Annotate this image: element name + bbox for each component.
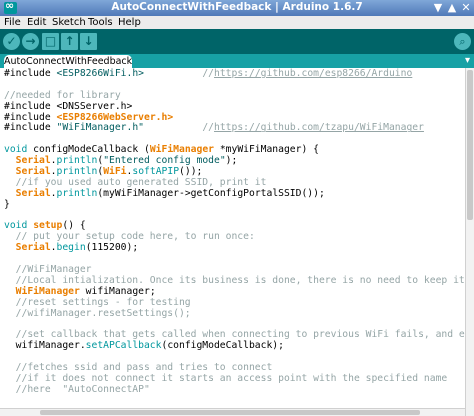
upload-button[interactable]: → — [22, 33, 39, 50]
menu-tools[interactable]: Tools — [88, 16, 113, 29]
menu-bar: File Edit Sketch Tools Help — [0, 16, 474, 29]
toolbar: ✓ → □ ↑ ↓ ⌕ — [0, 29, 474, 54]
code-token: wifiManager. — [4, 340, 86, 352]
code-token: WiFiManager — [15, 285, 80, 297]
code-token: softAPIP — [132, 166, 180, 178]
code-token: <ESP8266WiFi.h> — [56, 68, 145, 79]
code-token: "Entered config mode" — [103, 155, 226, 167]
new-sketch-button[interactable]: □ — [42, 33, 59, 50]
code-token: //if it does not connect it starts an ac… — [4, 372, 448, 384]
title-bar: AutoConnectWithFeedback | Arduino 1.6.7 … — [0, 0, 474, 16]
code-token: (myWiFiManager->getConfigPortalSSID()); — [97, 187, 325, 199]
code-token: ); — [225, 155, 238, 167]
code-token: Serial — [15, 187, 51, 199]
close-icon[interactable]: ✕ — [460, 0, 472, 16]
code-token: () { — [62, 220, 86, 232]
code-token: "WiFiManager.h" — [56, 122, 145, 134]
code-token: wifiManager; — [79, 285, 156, 297]
horizontal-scrollbar[interactable] — [0, 408, 465, 416]
minimize-icon[interactable]: ▼ — [432, 0, 444, 16]
code-line: wifiManager.setAPCallback(configModeCall… — [4, 340, 465, 352]
window-title: AutoConnectWithFeedback | Arduino 1.6.7 — [111, 1, 363, 13]
code-token: configModeCallback ( — [27, 144, 150, 156]
code-lines: #include <ESP8266WiFi.h> //https://githu… — [4, 68, 465, 396]
code-token: setAPCallback — [85, 340, 162, 352]
code-token: void — [4, 220, 28, 232]
code-token: (configModeCallback); — [161, 340, 284, 352]
code-token: *myWiFiManager) { — [213, 144, 319, 156]
verify-button[interactable]: ✓ — [3, 33, 20, 50]
code-token: } — [4, 198, 10, 210]
code-token: #include — [4, 122, 57, 134]
code-token: #include — [4, 68, 57, 79]
code-line: Serial.println(myWiFiManager->getConfigP… — [4, 187, 465, 200]
code-token: //fetches ssid and pass and tries to con… — [4, 362, 273, 374]
code-token: Serial — [15, 242, 51, 254]
code-token: //needed for library — [4, 89, 121, 101]
menu-edit[interactable]: Edit — [27, 16, 46, 29]
vertical-scroll-thumb[interactable] — [467, 70, 473, 220]
code-token: //here "AutoConnectAP" — [4, 383, 150, 395]
tab-menu-icon[interactable]: ▾ — [465, 54, 470, 68]
code-token: <ESP8266WebServer.h> — [56, 111, 174, 123]
code-token: println — [56, 155, 98, 167]
code-line: Serial.begin(115200); — [4, 242, 465, 254]
code-line: //wifiManager.resetSettings(); — [4, 307, 465, 320]
code-token: ()); — [179, 166, 203, 178]
code-token[interactable]: https://github.com/tzapu/WiFiManager — [214, 122, 424, 134]
code-line: //here "AutoConnectAP" — [4, 383, 465, 396]
code-token: //wifiManager.resetSettings(); — [4, 307, 191, 319]
code-token: <DNSServer.h> — [56, 100, 133, 112]
menu-sketch[interactable]: Sketch — [52, 16, 86, 29]
code-line: #include "WiFiManager.h" //https://githu… — [4, 123, 465, 134]
code-token: println — [56, 187, 98, 199]
code-editor[interactable]: #include <ESP8266WiFi.h> //https://githu… — [0, 68, 465, 416]
code-token: // put your setup code here, to run once… — [4, 231, 255, 243]
horizontal-scroll-thumb[interactable] — [40, 410, 420, 415]
code-token: (115200); — [85, 242, 139, 254]
code-token: //Local intialization. Once its business… — [4, 274, 465, 286]
code-token: void — [4, 144, 28, 156]
code-token: // — [144, 122, 214, 134]
tab-autoconnectwithfeedback[interactable]: AutoConnectWithFeedback — [4, 55, 132, 68]
code-token: #include — [4, 100, 57, 112]
code-token: WiFiManager — [149, 144, 214, 156]
menu-help[interactable]: Help — [118, 16, 141, 29]
code-token: setup — [33, 220, 63, 232]
code-token: //set callback that gets called when con… — [15, 329, 465, 341]
code-token: // — [144, 68, 214, 79]
serial-monitor-button[interactable]: ⌕ — [454, 33, 471, 50]
tab-bar: AutoConnectWithFeedback ▾ — [0, 54, 474, 68]
code-token: Serial — [15, 166, 51, 178]
code-token: println — [56, 166, 98, 178]
menu-file[interactable]: File — [4, 16, 21, 29]
code-token: begin — [56, 242, 86, 254]
code-token: Serial — [15, 155, 51, 167]
code-token: //WiFiManager — [4, 264, 92, 276]
save-sketch-button[interactable]: ↓ — [80, 33, 97, 50]
vertical-scrollbar[interactable] — [465, 68, 474, 416]
code-line: } — [4, 198, 465, 211]
code-token: //reset settings - for testing — [4, 296, 191, 308]
code-token: #include — [4, 111, 57, 123]
code-line: #include <ESP8266WiFi.h> //https://githu… — [4, 68, 465, 80]
maximize-icon[interactable]: ▲ — [446, 0, 458, 16]
open-sketch-button[interactable]: ↑ — [61, 33, 78, 50]
code-token: //if you used auto generated SSID, print… — [4, 176, 267, 188]
code-token: WiFi — [103, 166, 127, 178]
arduino-ide-window: AutoConnectWithFeedback | Arduino 1.6.7 … — [0, 0, 474, 416]
code-token[interactable]: https://github.com/esp8266/Arduino — [214, 68, 412, 79]
